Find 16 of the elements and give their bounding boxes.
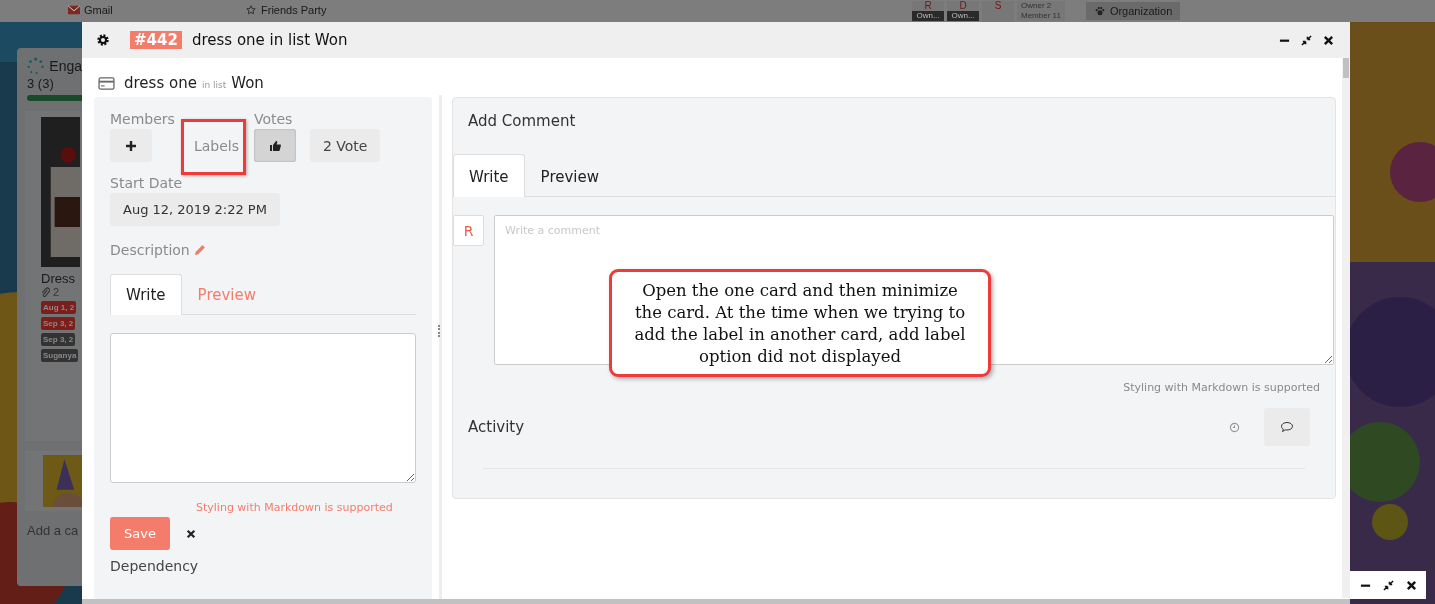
in-list-label: in list <box>201 80 227 90</box>
votes-label: Votes <box>253 111 294 127</box>
description-label: Description <box>110 242 190 258</box>
annotation-tooltip: Open the one card and then minimize the card. At the time when we trying to add the label in another card, add label option did not displayed <box>609 269 991 377</box>
members-label: Members <box>110 111 175 127</box>
card-name: dress one <box>124 74 197 92</box>
add-comment-title: Add Comment <box>468 112 576 130</box>
list-name: Won <box>231 74 264 92</box>
activity-label: Activity <box>468 418 525 436</box>
markdown-hint: Styling with Markdown is supported <box>1123 381 1320 394</box>
start-date-label: Start Date <box>110 175 183 191</box>
markdown-hint: Styling with Markdown is supported <box>196 501 393 514</box>
dependency-label: Dependency <box>110 558 199 574</box>
modal-title: dress one in list Won <box>191 31 348 49</box>
card-number-badge: #442 <box>130 31 182 49</box>
user-avatar: R <box>453 215 484 246</box>
